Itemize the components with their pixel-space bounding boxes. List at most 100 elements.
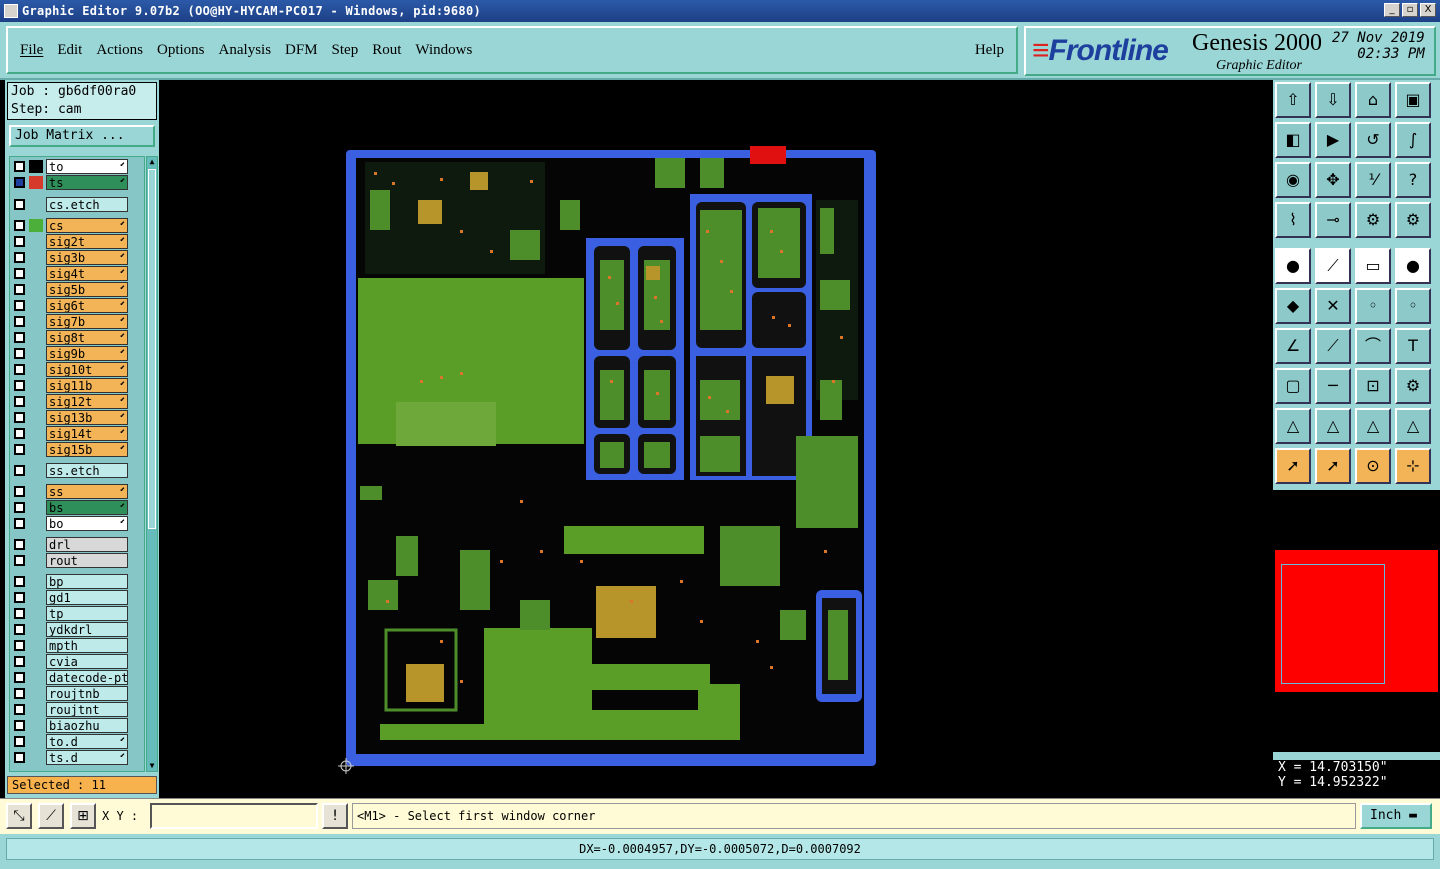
layer-name[interactable]: ts.d (46, 750, 128, 765)
layer-row[interactable]: sig9b ⬋ (10, 346, 144, 361)
layer-row[interactable]: sig7b ⬋ (10, 314, 144, 329)
layer-row[interactable]: cs.etch (10, 197, 144, 212)
layer-row[interactable]: ss ⬋ (10, 484, 144, 499)
layer-row[interactable]: bs ⬋ (10, 500, 144, 515)
menu-file[interactable]: File (20, 42, 43, 59)
units-dropdown[interactable]: Inch ▬ (1360, 803, 1432, 829)
layer-row[interactable]: datecode-pto (10, 670, 144, 685)
tri4-button[interactable]: △ (1395, 408, 1431, 444)
layer-name[interactable]: gd1 (46, 590, 128, 605)
layer-name[interactable]: cs.etch (46, 197, 128, 212)
layer-checkbox[interactable] (14, 576, 25, 587)
layer-row[interactable]: bo ⬋ (10, 516, 144, 531)
layer-name[interactable]: datecode-pto (46, 670, 128, 685)
layer-checkbox[interactable] (14, 220, 25, 231)
layer-checkbox[interactable] (14, 236, 25, 247)
layer-checkbox[interactable] (14, 396, 25, 407)
arc-button[interactable]: ⌒ (1355, 328, 1391, 364)
layer-checkbox[interactable] (14, 640, 25, 651)
layer-checkbox[interactable] (14, 199, 25, 210)
layer-row[interactable]: to.d ⬋ (10, 734, 144, 749)
text-button[interactable]: T (1395, 328, 1431, 364)
layer-checkbox[interactable] (14, 161, 25, 172)
layer-row[interactable]: gd1 (10, 590, 144, 605)
frame-button[interactable]: ⊡ (1355, 368, 1391, 404)
minimap-view-frame[interactable] (1281, 564, 1385, 684)
layer-checkbox[interactable] (14, 502, 25, 513)
layer-row[interactable]: cs ⬋ (10, 218, 144, 233)
layer-checkbox[interactable] (14, 465, 25, 476)
minus-button[interactable]: ─ (1315, 368, 1351, 404)
diag-button[interactable]: ⟋ (1315, 328, 1351, 364)
layer-name[interactable]: sig7b (46, 314, 128, 329)
house-button[interactable]: ⌂ (1355, 82, 1391, 118)
layer-row[interactable]: sig10t ⬋ (10, 362, 144, 377)
layer-checkbox[interactable] (14, 268, 25, 279)
layer-name[interactable]: rout (46, 553, 128, 568)
graphic-canvas[interactable] (160, 80, 1272, 798)
layer-name[interactable]: sig10t (46, 362, 128, 377)
layer-checkbox[interactable] (14, 752, 25, 763)
layer-row[interactable]: sig12t ⬋ (10, 394, 144, 409)
layer-name[interactable]: to (46, 159, 128, 174)
overview-minimap[interactable] (1273, 490, 1440, 752)
layer-name[interactable]: ts (46, 175, 128, 190)
angle-button[interactable]: ∠ (1275, 328, 1311, 364)
help-button[interactable]: ? (1395, 162, 1431, 198)
menu-actions[interactable]: Actions (96, 42, 143, 59)
pan-right-button[interactable]: ▶ (1315, 122, 1351, 158)
pointer4-button[interactable]: ⊹ (1395, 448, 1431, 484)
layer-name[interactable]: biaozhu (46, 718, 128, 733)
layer-name[interactable]: sig12t (46, 394, 128, 409)
layer-name[interactable]: cvia (46, 654, 128, 669)
layer-checkbox[interactable] (14, 348, 25, 359)
node-button[interactable]: ◦ (1355, 288, 1391, 324)
layer-name[interactable]: to.d (46, 734, 128, 749)
layer-toggle2-button[interactable]: ⚙ (1395, 202, 1431, 238)
layer-row[interactable]: sig8t ⬋ (10, 330, 144, 345)
layer-row[interactable]: ss.etch (10, 463, 144, 478)
scroll-down-icon[interactable]: ▼ (147, 761, 157, 771)
layer-name[interactable]: bo (46, 516, 128, 531)
layer-checkbox[interactable] (14, 624, 25, 635)
home-button[interactable]: ⇧ (1275, 82, 1311, 118)
pointer-button[interactable]: ➚ (1275, 448, 1311, 484)
layer-row[interactable]: rout (10, 553, 144, 568)
layer-row[interactable]: to ⬋ (10, 159, 144, 174)
layer-checkbox[interactable] (14, 284, 25, 295)
layer-checkbox[interactable] (14, 704, 25, 715)
grid-mode-icon[interactable]: ⊞ (70, 803, 96, 829)
exclamation-icon[interactable]: ! (322, 803, 348, 829)
menu-options[interactable]: Options (157, 42, 205, 59)
layer-name[interactable]: bs (46, 500, 128, 515)
measure-button[interactable]: ⌇ (1275, 202, 1311, 238)
menu-windows[interactable]: Windows (415, 42, 472, 59)
layer-name[interactable]: sig9b (46, 346, 128, 361)
zoom-fit-button[interactable]: ◉ (1275, 162, 1311, 198)
layer-checkbox[interactable] (14, 300, 25, 311)
layer-name[interactable]: tp (46, 606, 128, 621)
job-matrix-button[interactable]: Job Matrix ... (9, 125, 155, 147)
layer-row[interactable]: sig5b ⬋ (10, 282, 144, 297)
layer-row[interactable]: tp (10, 606, 144, 621)
layer-checkbox[interactable] (14, 688, 25, 699)
layer-checkbox[interactable] (14, 332, 25, 343)
layer-scrollbar[interactable]: ▲ ▼ (146, 156, 158, 772)
layer-name[interactable]: sig15b (46, 442, 128, 457)
layer-name[interactable]: drl (46, 537, 128, 552)
layer-name[interactable]: mpth (46, 638, 128, 653)
layer-row[interactable]: sig4t ⬋ (10, 266, 144, 281)
layer-row[interactable]: sig3b ⬋ (10, 250, 144, 265)
layer-row[interactable]: ydkdrl (10, 622, 144, 637)
layer-name[interactable]: ss (46, 484, 128, 499)
layer-checkbox[interactable] (14, 486, 25, 497)
layer-checkbox[interactable] (14, 720, 25, 731)
layer-row[interactable]: roujtnb (10, 686, 144, 701)
layer-name[interactable]: roujtnt (46, 702, 128, 717)
snap-mode-icon[interactable]: ⤡ (6, 803, 32, 829)
scroll-thumb[interactable] (148, 169, 156, 529)
zoom-home-button[interactable]: ⇩ (1315, 82, 1351, 118)
layer-row[interactable]: ts.d ⬋ (10, 750, 144, 765)
layer-row[interactable]: drl (10, 537, 144, 552)
layer-row[interactable]: ts ⬋ (10, 175, 144, 190)
